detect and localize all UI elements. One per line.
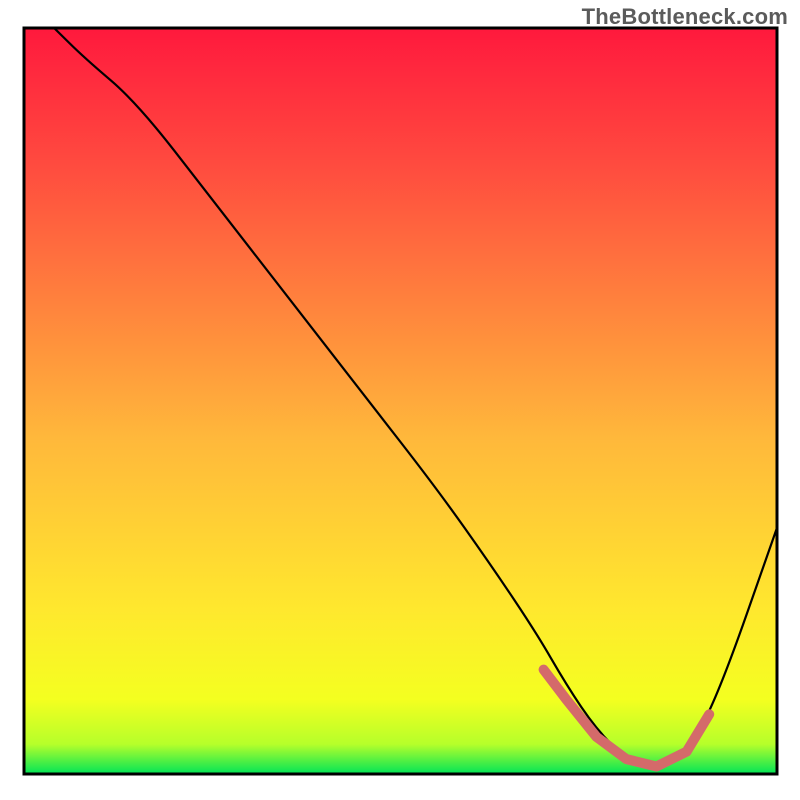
chart-root: TheBottleneck.com (0, 0, 800, 800)
watermark: TheBottleneck.com (582, 4, 788, 30)
chart-plot (0, 0, 800, 800)
gradient-background (24, 28, 777, 774)
